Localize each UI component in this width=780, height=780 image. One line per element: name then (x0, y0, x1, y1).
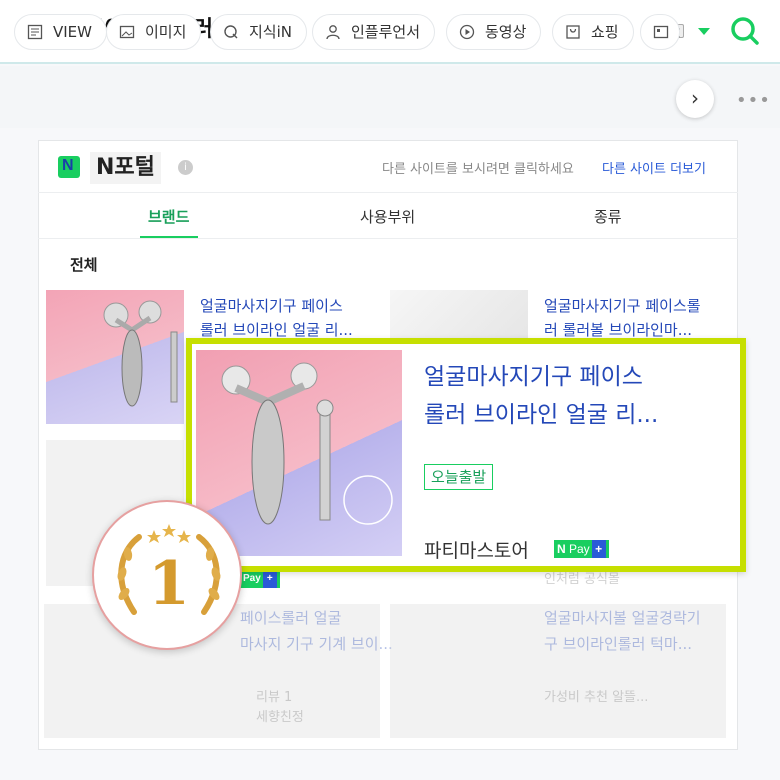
play-icon (459, 24, 475, 40)
laurel-icon: 1 (117, 524, 221, 619)
product-review-count: 리뷰 1 (256, 690, 293, 705)
search-icon[interactable] (728, 14, 762, 48)
info-icon[interactable]: i (178, 160, 193, 175)
npay-badge: Pay + (240, 570, 280, 588)
subtab-brand[interactable]: 브랜드 (148, 206, 189, 227)
panel-hint: 다른 사이트를 보시려면 클릭하세요 (382, 162, 574, 177)
tab-label: 인플루언서 (351, 23, 421, 41)
tab-label: 동영상 (485, 23, 527, 41)
tab-kin[interactable]: 지식iN (210, 14, 307, 50)
search-tabs (0, 66, 780, 128)
tab-label: 지식iN (249, 23, 292, 41)
panel-title: N포털 (90, 152, 161, 184)
highlighted-product-title[interactable]: 얼굴마사지기구 페이스 롤러 브이라인 얼굴 리... (424, 358, 724, 434)
medal-number: 1 (148, 549, 190, 619)
document-icon (27, 24, 43, 40)
product-title-line[interactable]: 얼굴마사지볼 얼굴경락기 (544, 606, 701, 630)
image-icon (119, 25, 135, 39)
news-icon (653, 25, 669, 39)
product-title-line[interactable]: 마사지 기구 기계 브이... (240, 632, 393, 656)
person-icon (326, 25, 340, 40)
product-title-line[interactable]: 얼굴마사지기구 페이스 (200, 294, 343, 318)
store-name[interactable]: 파티마스토어 (424, 536, 529, 563)
subtab-divider (38, 238, 738, 239)
tabs-next-button[interactable]: › (676, 80, 714, 118)
more-icon[interactable]: ••• (736, 90, 771, 111)
bag-icon (566, 25, 580, 39)
filter-all[interactable]: 전체 (70, 254, 98, 275)
tab-shopping[interactable]: 쇼핑 (552, 14, 634, 50)
title-line: 얼굴마사지기구 페이스 (424, 364, 643, 390)
today-ship-badge: 오늘출발 (424, 464, 494, 490)
first-place-medal: 1 (92, 500, 242, 650)
panel-logo-icon (58, 156, 80, 178)
tab-view[interactable]: VIEW (14, 14, 107, 50)
face-roller-image (103, 300, 178, 407)
product-thumbnail[interactable] (390, 290, 528, 340)
title-line: 롤러 브이라인 얼굴 리... (424, 402, 659, 428)
tab-influencer[interactable]: 인플루언서 (312, 14, 436, 50)
tab-label: 쇼핑 (591, 23, 619, 41)
panel-divider (38, 192, 738, 193)
tab-label: 이미지 (145, 23, 187, 41)
product-thumbnail[interactable] (46, 290, 184, 424)
tab-label: VIEW (53, 23, 92, 41)
subtab-type[interactable]: 종류 (594, 206, 622, 227)
tab-image[interactable]: 이미지 (106, 14, 202, 50)
tab-more-partial[interactable] (640, 14, 680, 50)
product-title-line[interactable]: 페이스롤러 얼굴 (240, 606, 341, 630)
product-title-line[interactable]: 얼굴마사지기구 페이스롤 (544, 294, 701, 318)
tab-video[interactable]: 동영상 (446, 14, 542, 50)
product-title-line[interactable]: 구 브이라인롤러 턱마... (544, 632, 692, 656)
product-store: 가성비 추천 알뜰... (544, 690, 649, 705)
other-sites-link[interactable]: 다른 사이트 더보기 (602, 158, 706, 177)
subtab-usage-area[interactable]: 사용부위 (360, 206, 415, 227)
q-icon (224, 25, 238, 39)
npay-badge: N Pay + (554, 540, 609, 558)
product-store: 세향친정 (256, 710, 304, 725)
chevron-down-icon[interactable] (698, 28, 710, 35)
